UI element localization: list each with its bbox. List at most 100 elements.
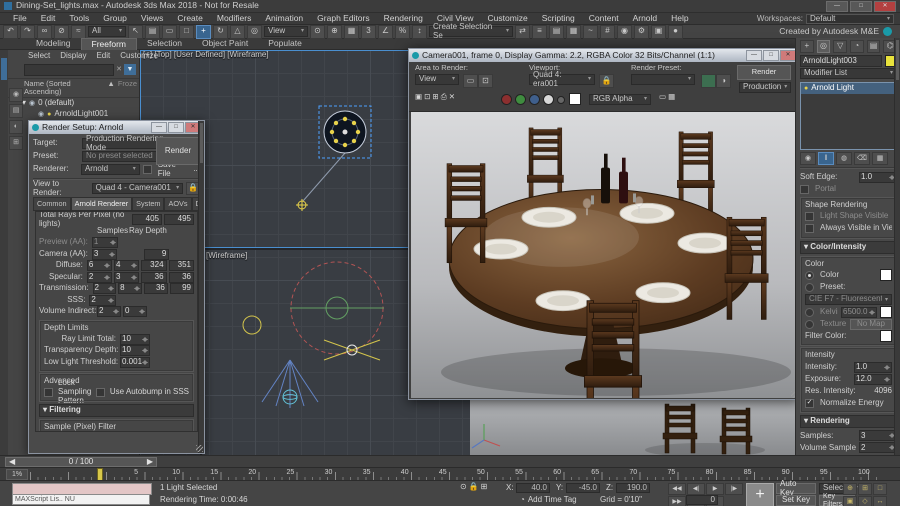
curve-editor-icon[interactable]: ~	[583, 24, 598, 39]
explorer-row-light[interactable]: ◉ ● ArnoldLight001	[8, 109, 139, 120]
low-light-threshold-spinner[interactable]: 0.001	[120, 356, 150, 368]
explorer-geometry-filter-icon[interactable]: ⊞	[9, 136, 23, 150]
zoom-icon[interactable]: ⊕	[843, 483, 857, 495]
ribbon-tab-object-paint[interactable]: Object Paint	[192, 39, 258, 50]
mirror-icon[interactable]: ⇄	[515, 24, 530, 39]
render-setup-icon[interactable]: ⚙	[634, 24, 649, 39]
rfw-close-button[interactable]: ✕	[780, 50, 796, 61]
show-end-result-icon[interactable]: ‖	[818, 152, 834, 165]
redo-icon[interactable]: ↷	[20, 24, 35, 39]
menu-item[interactable]: Edit	[34, 13, 63, 23]
transmission-depth-spinner[interactable]: 8	[118, 283, 142, 295]
kelvin-spinner[interactable]: 6500.0	[841, 306, 877, 318]
ray-limit-spinner[interactable]: 10	[120, 333, 150, 345]
specular-depth-spinner[interactable]: 3	[113, 271, 140, 283]
save-image-icon[interactable]: ▣	[415, 92, 422, 101]
menu-item[interactable]: Arnold	[626, 13, 665, 23]
angle-snap-icon[interactable]: ∠	[378, 24, 393, 39]
pin-stack-icon[interactable]: ◉	[800, 152, 816, 165]
explorer-display-icon[interactable]: ◉	[9, 88, 23, 102]
align-icon[interactable]: ≡	[532, 24, 547, 39]
texture-map-button[interactable]: No Map	[850, 318, 892, 330]
viewport-label-bottom[interactable]: [Wireframe]	[206, 251, 247, 261]
filter-funnel-icon[interactable]: ▼	[124, 64, 136, 76]
dialog-resize-grip[interactable]	[196, 445, 203, 452]
pan-icon[interactable]: ↔	[873, 496, 887, 506]
isolate-selection-icon[interactable]: ⊙	[460, 482, 467, 492]
rsd-tab-system[interactable]: System	[132, 197, 165, 211]
clear-search-icon[interactable]: ✕	[116, 66, 122, 74]
make-unique-icon[interactable]: ◍	[836, 152, 852, 165]
z-coordinate-field[interactable]: 190.0	[616, 483, 650, 493]
maximize-button[interactable]: □	[850, 0, 872, 12]
modifier-stack[interactable]: ● Arnold Light	[800, 82, 897, 150]
edit-region-icon[interactable]: ▭	[463, 74, 478, 88]
rfw-minimize-button[interactable]: —	[746, 50, 762, 61]
lock-viewport-icon[interactable]: 🔒	[599, 74, 614, 88]
camera-aa-spinner[interactable]: 3	[91, 248, 118, 260]
color-radio[interactable]	[805, 270, 814, 280]
specular-samples-spinner[interactable]: 2	[86, 271, 112, 283]
auto-region-icon[interactable]: ⊡	[478, 74, 493, 88]
diffuse-samples-spinner[interactable]: 6	[86, 260, 112, 272]
next-frame-arrow-icon[interactable]: ▶	[147, 457, 153, 467]
modifier-list-select[interactable]: Modifier List ▾	[800, 68, 897, 79]
clear-image-icon[interactable]: ✕	[449, 92, 455, 101]
rendering-rollout[interactable]: ▾ Rendering	[800, 415, 897, 428]
next-frame-icon[interactable]: |▶	[725, 483, 743, 495]
transmission-samples-spinner[interactable]: 2	[92, 283, 117, 295]
ribbon-tab-modeling[interactable]: Modeling	[26, 39, 81, 50]
menu-item[interactable]: Modifiers	[210, 13, 258, 23]
workspace-select[interactable]: Default ▾	[806, 14, 894, 24]
rfw-render-button[interactable]: Render	[737, 65, 791, 80]
render-production-icon[interactable]: ●	[668, 24, 683, 39]
menu-item[interactable]: Scripting	[535, 13, 582, 23]
rfw-title-bar[interactable]: Camera001, frame 0, Display Gamma: 2.2, …	[409, 49, 799, 62]
x-coordinate-field[interactable]: 40.0	[516, 483, 550, 493]
select-by-name-icon[interactable]: ▤	[145, 24, 160, 39]
autobump-sss-checkbox[interactable]	[95, 387, 105, 397]
rsd-tab-arnold[interactable]: Arnold Renderer	[70, 197, 133, 211]
menu-item[interactable]: Rendering	[377, 13, 430, 23]
y-coordinate-field[interactable]: -45.0	[566, 483, 600, 493]
schematic-view-icon[interactable]: #	[600, 24, 615, 39]
texture-radio[interactable]	[805, 319, 814, 329]
select-and-rotate-icon[interactable]: ↻	[213, 24, 228, 39]
portal-checkbox[interactable]	[800, 184, 809, 194]
bind-to-space-warp-icon[interactable]: ≈	[71, 24, 86, 39]
display-tab-icon[interactable]: ▤	[866, 40, 881, 53]
kelvin-radio[interactable]	[805, 307, 814, 317]
layer-manager-icon[interactable]: ▤	[549, 24, 564, 39]
set-keys-button[interactable]: +	[746, 483, 774, 506]
render-preset-select[interactable]: ▾	[631, 74, 695, 85]
volume-indirect-depth-spinner[interactable]: 0	[122, 306, 147, 318]
track-bar[interactable]: 1% 5 10 15 20 25 30 35 40 45 50 55 60 65 70 75 80 85 90 95…	[0, 467, 900, 481]
close-button[interactable]: ✕	[874, 0, 896, 12]
auto-key-button[interactable]: Auto Key	[776, 479, 816, 496]
select-object-icon[interactable]: ↖	[128, 24, 143, 39]
time-slider-handle[interactable]: ◀ 0 / 100 ▶	[5, 457, 157, 467]
rectangular-selection-region-icon[interactable]: ▭	[162, 24, 177, 39]
menu-item[interactable]: Help	[664, 13, 695, 23]
hierarchy-tab-icon[interactable]: ▽	[833, 40, 848, 53]
ribbon-toggle-icon[interactable]: ▦	[566, 24, 581, 39]
transparency-depth-spinner[interactable]: 10	[120, 345, 150, 357]
minimize-button[interactable]: —	[826, 0, 848, 12]
area-to-render-select[interactable]: View ▾	[415, 74, 459, 85]
zoom-extents-icon[interactable]: □	[873, 483, 887, 495]
light-samples-spinner[interactable]: 3	[859, 430, 897, 442]
unlink-selection-icon[interactable]: ⊘	[54, 24, 69, 39]
motion-tab-icon[interactable]: ◔	[850, 40, 864, 53]
menu-item[interactable]: Group	[96, 13, 134, 23]
add-time-tag[interactable]: ◔ Add Time Tag	[520, 495, 577, 505]
render-button[interactable]: Render	[156, 137, 200, 165]
background-color-swatch[interactable]	[569, 93, 581, 105]
spinner-snap-icon[interactable]: ↕	[412, 24, 427, 39]
menu-item[interactable]: Content	[582, 13, 626, 23]
filtering-rollout[interactable]: ▾ Filtering	[39, 404, 194, 417]
rendered-image[interactable]	[411, 112, 799, 437]
eye-icon[interactable]: ◉	[29, 100, 35, 108]
reference-coordinate-select[interactable]: View ▾	[264, 26, 308, 37]
prev-frame-arrow-icon[interactable]: ◀	[9, 457, 15, 467]
select-and-link-icon[interactable]: ∞	[37, 24, 52, 39]
